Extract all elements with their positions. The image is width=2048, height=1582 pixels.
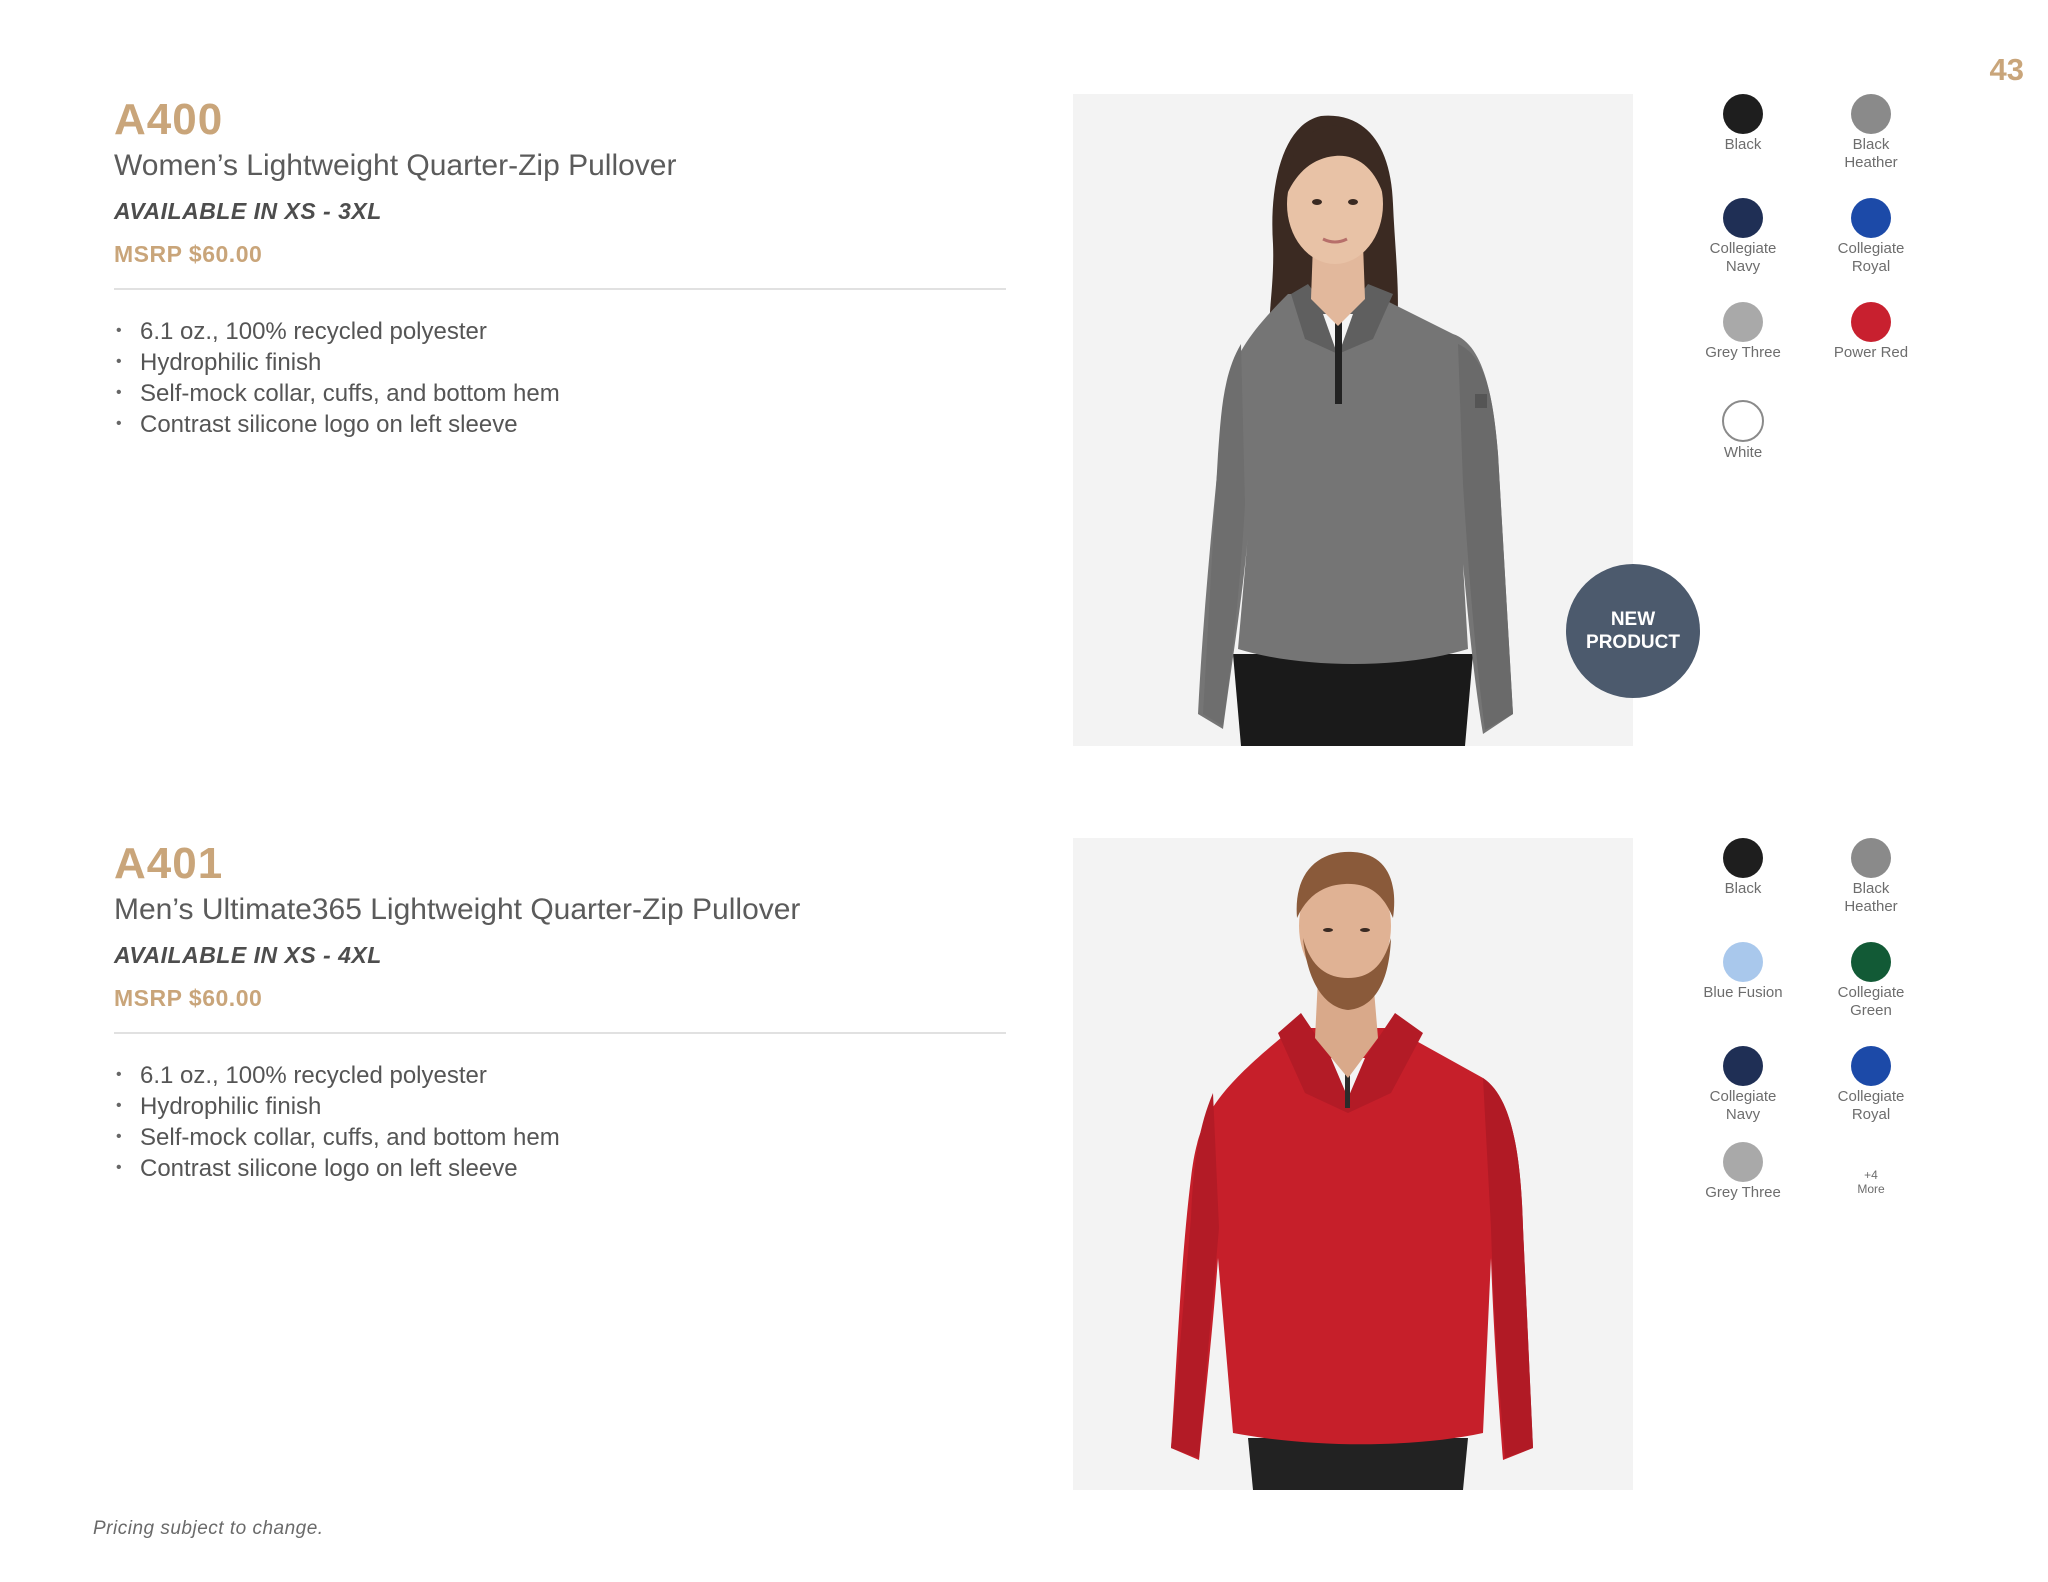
swatch-label: Grey Three xyxy=(1705,1184,1781,1201)
feature-item: 6.1 oz., 100% recycled polyester xyxy=(114,1059,1006,1091)
mens-pullover-illustration xyxy=(1073,838,1633,1490)
feature-item: 6.1 oz., 100% recycled polyester xyxy=(114,315,1006,347)
size-range: AVAILABLE IN XS - 4XL xyxy=(114,942,382,968)
product-photo xyxy=(1073,838,1633,1490)
divider xyxy=(114,1032,1006,1034)
badge-line-1: NEW xyxy=(1610,609,1656,630)
swatch-label: Black xyxy=(1724,136,1762,153)
swatch-label: Black xyxy=(1852,880,1890,897)
color-dot xyxy=(1851,302,1891,342)
swatch-black-heather[interactable]: Black Heather xyxy=(1806,838,1936,916)
product-code: A401 xyxy=(114,839,224,888)
swatch-label: Black xyxy=(1724,880,1762,897)
msrp-price: MSRP $60.00 xyxy=(114,241,263,267)
more-count: +4 xyxy=(1864,1168,1878,1182)
color-dot xyxy=(1723,838,1763,878)
feature-item: Hydrophilic finish xyxy=(114,346,1006,378)
new-product-badge: NEW PRODUCT xyxy=(1566,564,1700,698)
feature-item: Self-mock collar, cuffs, and bottom hem xyxy=(114,377,1006,409)
swatch-black[interactable]: Black xyxy=(1678,94,1808,154)
swatch-label: Royal xyxy=(1851,1106,1891,1123)
pricing-disclaimer: Pricing subject to change. xyxy=(93,1518,324,1539)
feature-list: 6.1 oz., 100% recycled polyester Hydroph… xyxy=(114,1059,1006,1184)
size-range: AVAILABLE IN XS - 3XL xyxy=(114,198,382,224)
product-info: A401 Men’s Ultimate365 Lightweight Quart… xyxy=(114,838,1006,1184)
swatch-collegiate-green[interactable]: Collegiate Green xyxy=(1806,942,1936,1020)
swatch-label: Collegiate xyxy=(1709,240,1777,257)
page-number: 43 xyxy=(1989,52,2024,87)
swatch-label: Navy xyxy=(1725,1106,1761,1123)
swatch-collegiate-royal[interactable]: Collegiate Royal xyxy=(1806,1046,1936,1124)
swatch-label: Grey Three xyxy=(1705,344,1781,361)
color-dot xyxy=(1723,94,1763,134)
swatch-black[interactable]: Black xyxy=(1678,838,1808,898)
feature-item: Hydrophilic finish xyxy=(114,1090,1006,1122)
swatch-label: Black xyxy=(1852,136,1890,153)
swatch-label: Collegiate xyxy=(1837,1088,1905,1105)
color-dot xyxy=(1851,1046,1891,1086)
swatch-label: Heather xyxy=(1844,154,1898,171)
swatch-white[interactable]: White xyxy=(1678,400,1808,462)
feature-item: Contrast silicone logo on left sleeve xyxy=(114,1152,1006,1184)
feature-item: Self-mock collar, cuffs, and bottom hem xyxy=(114,1121,1006,1153)
swatch-label: Collegiate xyxy=(1709,1088,1777,1105)
color-dot xyxy=(1851,942,1891,982)
color-dot xyxy=(1723,198,1763,238)
more-colors-link[interactable]: +4 More xyxy=(1806,1142,1936,1196)
color-dot xyxy=(1723,1046,1763,1086)
divider xyxy=(114,288,1006,290)
swatch-label: Green xyxy=(1850,1002,1892,1019)
color-dot xyxy=(1723,302,1763,342)
swatch-grey-three[interactable]: Grey Three xyxy=(1678,302,1808,362)
product-name: Men’s Ultimate365 Lightweight Quarter-Zi… xyxy=(114,893,801,926)
color-dot xyxy=(1851,838,1891,878)
womens-pullover-illustration xyxy=(1073,94,1633,746)
swatch-label: White xyxy=(1723,444,1763,461)
swatch-label: Navy xyxy=(1725,258,1761,275)
swatch-black-heather[interactable]: Black Heather xyxy=(1806,94,1936,172)
swatch-label: Blue Fusion xyxy=(1703,984,1783,1001)
swatch-label: Royal xyxy=(1851,258,1891,275)
product-photo xyxy=(1073,94,1633,746)
color-dot xyxy=(1851,94,1891,134)
color-dot xyxy=(1723,1142,1763,1182)
color-dot xyxy=(1851,198,1891,238)
color-dot xyxy=(1723,942,1763,982)
swatch-label: Power Red xyxy=(1833,344,1909,361)
swatch-collegiate-navy[interactable]: Collegiate Navy xyxy=(1678,1046,1808,1124)
product-code: A400 xyxy=(114,95,224,144)
more-label: More xyxy=(1857,1182,1885,1196)
swatch-label: Heather xyxy=(1844,898,1898,915)
feature-list: 6.1 oz., 100% recycled polyester Hydroph… xyxy=(114,315,1006,440)
feature-item: Contrast silicone logo on left sleeve xyxy=(114,408,1006,440)
badge-line-2: PRODUCT xyxy=(1586,632,1680,653)
swatch-blue-fusion[interactable]: Blue Fusion xyxy=(1678,942,1808,1002)
product-info: A400 Women’s Lightweight Quarter-Zip Pul… xyxy=(114,94,1006,440)
swatch-collegiate-royal[interactable]: Collegiate Royal xyxy=(1806,198,1936,276)
swatch-label: Collegiate xyxy=(1837,240,1905,257)
swatch-grey-three[interactable]: Grey Three xyxy=(1678,1142,1808,1202)
swatch-label: Collegiate xyxy=(1837,984,1905,1001)
color-dot xyxy=(1722,400,1764,442)
product-name: Women’s Lightweight Quarter-Zip Pullover xyxy=(114,149,677,182)
msrp-price: MSRP $60.00 xyxy=(114,985,263,1011)
swatch-power-red[interactable]: Power Red xyxy=(1806,302,1936,362)
swatch-collegiate-navy[interactable]: Collegiate Navy xyxy=(1678,198,1808,276)
